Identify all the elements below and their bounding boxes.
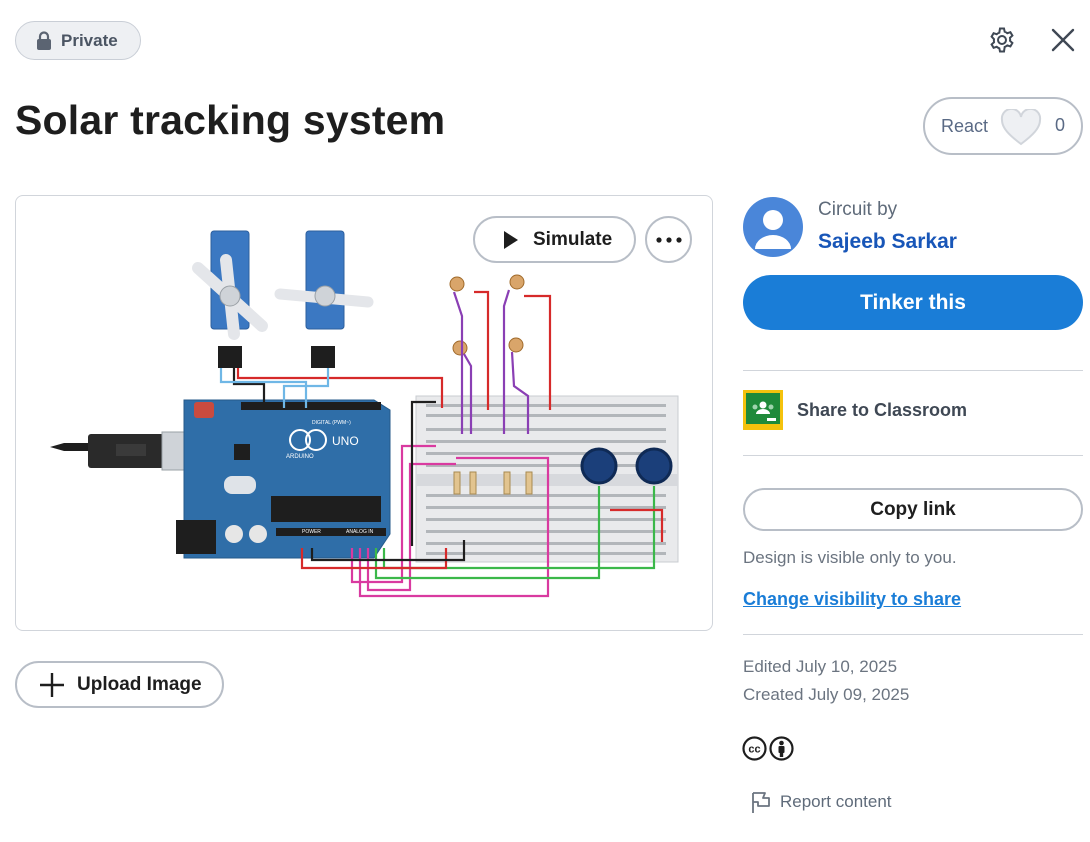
settings-button[interactable] (986, 24, 1018, 56)
plus-icon (40, 672, 64, 697)
close-icon (1051, 28, 1075, 52)
close-button[interactable] (1047, 24, 1079, 56)
more-icon (655, 236, 682, 243)
lock-icon (37, 30, 51, 50)
report-content-link[interactable]: Report content (750, 790, 892, 814)
privacy-label: Private (61, 30, 118, 50)
board-uno-label: UNO (332, 434, 359, 448)
board-arduino-label: ARDUINO (286, 454, 314, 460)
avatar-icon[interactable] (743, 197, 803, 257)
google-classroom-icon[interactable] (743, 390, 783, 430)
license-badges[interactable]: cc (742, 736, 794, 761)
privacy-badge[interactable]: Private (15, 21, 141, 60)
report-label: Report content (780, 792, 892, 811)
simulate-button[interactable]: Simulate (473, 216, 636, 263)
board-analog-label: ANALOG IN (346, 529, 374, 535)
circuit-by-label: Circuit by (818, 199, 898, 220)
servo-left (192, 230, 268, 368)
divider (743, 370, 1083, 371)
svg-text:cc: cc (748, 744, 760, 756)
board-digital-label: DIGITAL (PWM~) (312, 420, 351, 426)
creative-commons-icon: cc (742, 736, 767, 761)
edited-date: Edited July 10, 2025 (743, 657, 898, 676)
play-icon (504, 230, 518, 249)
copy-link-button[interactable]: Copy link (743, 488, 1083, 531)
heart-icon (1000, 109, 1042, 146)
author-link[interactable]: Sajeeb Sarkar (818, 230, 957, 254)
board-power-label: POWER (302, 529, 321, 535)
flag-icon (752, 792, 770, 813)
share-to-classroom[interactable]: Share to Classroom (797, 400, 967, 421)
circuit-preview[interactable]: UNO ARDUINO DIGITAL (PWM~) POWER ANALOG … (15, 195, 713, 631)
more-options-button[interactable] (645, 216, 692, 263)
arduino-board: UNO ARDUINO DIGITAL (PWM~) POWER ANALOG … (176, 399, 391, 559)
upload-image-button[interactable]: Upload Image (15, 661, 224, 708)
visibility-note: Design is visible only to you. (743, 548, 957, 567)
tinker-button[interactable]: Tinker this (743, 275, 1083, 330)
servo-right (274, 230, 374, 368)
react-button[interactable]: React 0 (923, 97, 1083, 155)
divider (743, 634, 1083, 635)
change-visibility-link[interactable]: Change visibility to share (743, 589, 961, 610)
divider (743, 455, 1083, 456)
created-date: Created July 09, 2025 (743, 685, 910, 704)
simulate-label: Simulate (533, 228, 613, 250)
react-count: 0 (1055, 115, 1066, 135)
attribution-icon (769, 736, 794, 761)
gear-icon (990, 27, 1014, 53)
upload-label: Upload Image (77, 673, 202, 695)
react-label: React (941, 115, 989, 136)
page-title: Solar tracking system (15, 97, 446, 143)
